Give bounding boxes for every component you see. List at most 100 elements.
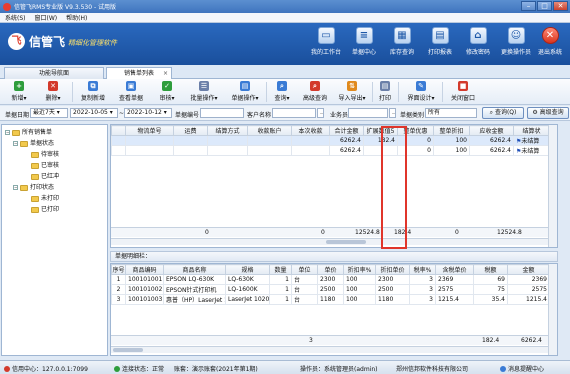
salesman-input[interactable] bbox=[348, 108, 388, 118]
query-icon: ⌕ bbox=[277, 81, 287, 91]
grid-header-cell[interactable]: 结算方式 bbox=[207, 125, 248, 136]
tree-node-reversed[interactable]: 已红冲 bbox=[31, 172, 59, 181]
app-logo-icon bbox=[3, 2, 11, 11]
batch-operation-button[interactable]: ☰ 批量操作▾ bbox=[186, 80, 222, 102]
grid-header-cell[interactable]: 结算状 bbox=[513, 125, 550, 136]
document-type-select[interactable]: 所有 bbox=[425, 108, 477, 118]
date-to-picker[interactable]: 2022-10-12 ▾ bbox=[124, 108, 172, 118]
scrollbar-thumb[interactable] bbox=[113, 348, 143, 352]
horizontal-scrollbar[interactable] bbox=[111, 346, 549, 353]
table-row[interactable]: 2 100101002 EPSON针式打印机 LQ-1600K 1 台 2500… bbox=[111, 284, 550, 295]
detail-header-cell[interactable]: 商品编码 bbox=[125, 264, 164, 275]
table-row[interactable]: 6262.4 0 100 6262.4 ⚑未结算 bbox=[111, 145, 550, 156]
detail-header-cell[interactable]: 单价 bbox=[317, 264, 344, 275]
sales-order-grid: 物流单号 运费 结算方式 收款账户 本次收款 合计金额 扩展数值5 整单优惠 整… bbox=[110, 124, 558, 248]
tab-close-icon[interactable]: × bbox=[163, 68, 168, 79]
tree-root[interactable]: − 所有销售单 bbox=[5, 128, 52, 137]
view-document-button[interactable]: ▣ 查看单据 bbox=[114, 80, 148, 102]
date-from-picker[interactable]: 2022-10-05 ▾ bbox=[70, 108, 118, 118]
document-operation-button[interactable]: ▤ 单据操作▾ bbox=[226, 80, 264, 102]
interface-design-button[interactable]: ✎ 界面设计▾ bbox=[402, 80, 440, 102]
category-tree: − 所有销售单 − 单据状态 待审核 已审核 已红冲 − 打印状态 未打印 已打印 bbox=[1, 124, 108, 356]
copy-icon: ⧉ bbox=[88, 81, 98, 91]
grid-header-cell[interactable]: 合计金额 bbox=[329, 125, 364, 136]
grid-header-cell[interactable]: 扩展数值5 bbox=[363, 125, 398, 136]
grid-header-cell[interactable]: 本次收款 bbox=[291, 125, 330, 136]
scrollbar-thumb[interactable] bbox=[326, 240, 366, 244]
detail-header-cell[interactable]: 折扣率% bbox=[343, 264, 376, 275]
menu-window[interactable]: 窗口(W) bbox=[35, 13, 58, 22]
customer-input[interactable] bbox=[272, 108, 316, 118]
import-export-button[interactable]: ⇅ 导入导出▾ bbox=[334, 80, 370, 102]
exit-icon: ✕ bbox=[541, 27, 559, 44]
close-button[interactable]: ✕ bbox=[553, 1, 568, 11]
menu-bar: 系统(S) 窗口(W) 帮助(H) bbox=[0, 13, 570, 23]
tree-node-unprinted[interactable]: 未打印 bbox=[31, 194, 59, 203]
vertical-scrollbar[interactable] bbox=[548, 125, 557, 247]
query-search-button[interactable]: ⌕ 查询(Q) bbox=[482, 107, 524, 119]
folder-icon bbox=[20, 140, 28, 147]
grid-header-cell[interactable] bbox=[111, 125, 126, 136]
banner-exit-button[interactable]: ✕ 退出系统 bbox=[528, 27, 570, 56]
approve-button[interactable]: ✓ 审核▾ bbox=[152, 80, 182, 102]
grid-header-cell[interactable]: 应收金额 bbox=[469, 125, 514, 136]
collapse-icon[interactable]: − bbox=[5, 130, 10, 135]
folder-icon bbox=[31, 151, 39, 158]
window-title: 信管飞RMS专业版 V9.3.530 - 试用版 bbox=[14, 4, 117, 11]
brand-mark-icon: 飞 bbox=[8, 33, 25, 50]
grid-header-cell[interactable]: 整单优惠 bbox=[397, 125, 434, 136]
vertical-scrollbar[interactable] bbox=[548, 264, 557, 355]
delete-button[interactable]: ✕ 删除▾ bbox=[38, 80, 68, 102]
detail-header-cell[interactable]: 规格 bbox=[225, 264, 270, 275]
table-row[interactable]: 6262.4 182.4 0 100 6262.4 ⚑未结算 bbox=[111, 135, 550, 146]
brand-slogan: 精细化管理软件 bbox=[68, 39, 118, 47]
tree-node-pending-review[interactable]: 待审核 bbox=[31, 150, 59, 159]
collapse-icon[interactable]: − bbox=[13, 141, 18, 146]
add-button[interactable]: + 新增▾ bbox=[4, 80, 34, 102]
title-bar: 信管飞RMS专业版 V9.3.530 - 试用版 – □ ✕ bbox=[0, 0, 570, 13]
table-row[interactable]: 1 100101001 EPSON LQ-630K LQ-630K 1 台 23… bbox=[111, 274, 550, 285]
grid-header-cell[interactable]: 整单折扣 bbox=[433, 125, 470, 136]
date-range-select[interactable]: 最近7天 ▾ bbox=[30, 108, 68, 118]
table-row[interactable]: 3 100101003 惠普（HP）LaserJet 1020 LaserJet… bbox=[111, 294, 550, 305]
tree-node-reviewed[interactable]: 已审核 bbox=[31, 161, 59, 170]
advanced-query-button[interactable]: ⌕ 高级查询 bbox=[298, 80, 332, 102]
minimize-button[interactable]: – bbox=[521, 1, 536, 11]
grid-header-cell[interactable]: 运费 bbox=[173, 125, 208, 136]
collapse-icon[interactable]: − bbox=[13, 185, 18, 190]
advanced-search-button[interactable]: ⚙ 高级查询 bbox=[527, 107, 569, 119]
salesman-lookup-button[interactable]: … bbox=[389, 108, 396, 118]
tab-function-navigation[interactable]: 功能导航面 bbox=[4, 67, 104, 79]
detail-header-cell[interactable]: 数量 bbox=[269, 264, 292, 275]
query-button[interactable]: ⌕ 查询▾ bbox=[268, 80, 296, 102]
warehouse-icon: ▦ bbox=[393, 27, 411, 44]
tree-node-document-status[interactable]: − 单据状态 bbox=[13, 139, 54, 148]
detail-header-cell[interactable]: 序号 bbox=[111, 264, 126, 275]
menu-help[interactable]: 帮助(H) bbox=[66, 13, 87, 22]
document-code-input[interactable] bbox=[200, 108, 244, 118]
close-window-button[interactable]: ■ 关闭窗口 bbox=[446, 80, 480, 102]
tree-node-print-status[interactable]: − 打印状态 bbox=[13, 183, 54, 192]
print-button[interactable]: ▤ 打印 bbox=[374, 80, 396, 102]
advanced-search-icon: ⚙ bbox=[532, 109, 538, 116]
detail-header-cell[interactable]: 商品名称 bbox=[163, 264, 226, 275]
detail-header-row: 序号 商品编码 商品名称 规格 数量 单位 单价 折扣率% 折扣单价 税率% 含… bbox=[111, 264, 550, 275]
tree-node-printed[interactable]: 已打印 bbox=[31, 205, 59, 214]
grid-header-cell[interactable]: 收款账户 bbox=[247, 125, 292, 136]
user-switch-icon: ☺ bbox=[507, 27, 525, 44]
grid-header-cell[interactable]: 物流单号 bbox=[125, 125, 174, 136]
maximize-button[interactable]: □ bbox=[537, 1, 552, 11]
detail-header-cell[interactable]: 含税单价 bbox=[435, 264, 474, 275]
detail-header-cell[interactable]: 税额 bbox=[473, 264, 508, 275]
horizontal-scrollbar[interactable] bbox=[111, 238, 549, 245]
close-window-icon: ■ bbox=[458, 81, 468, 91]
detail-header-cell[interactable]: 折扣单价 bbox=[375, 264, 410, 275]
menu-system[interactable]: 系统(S) bbox=[5, 13, 26, 22]
detail-header-cell[interactable]: 单位 bbox=[291, 264, 318, 275]
connection-icon bbox=[114, 365, 120, 372]
detail-header-cell[interactable]: 税率% bbox=[409, 264, 436, 275]
copy-add-button[interactable]: ⧉ 复制新增 bbox=[76, 80, 110, 102]
detail-header-cell[interactable]: 金额 bbox=[507, 264, 550, 275]
customer-lookup-button[interactable]: … bbox=[317, 108, 324, 118]
message-center-link[interactable]: 消息提醒中心 bbox=[500, 364, 544, 373]
